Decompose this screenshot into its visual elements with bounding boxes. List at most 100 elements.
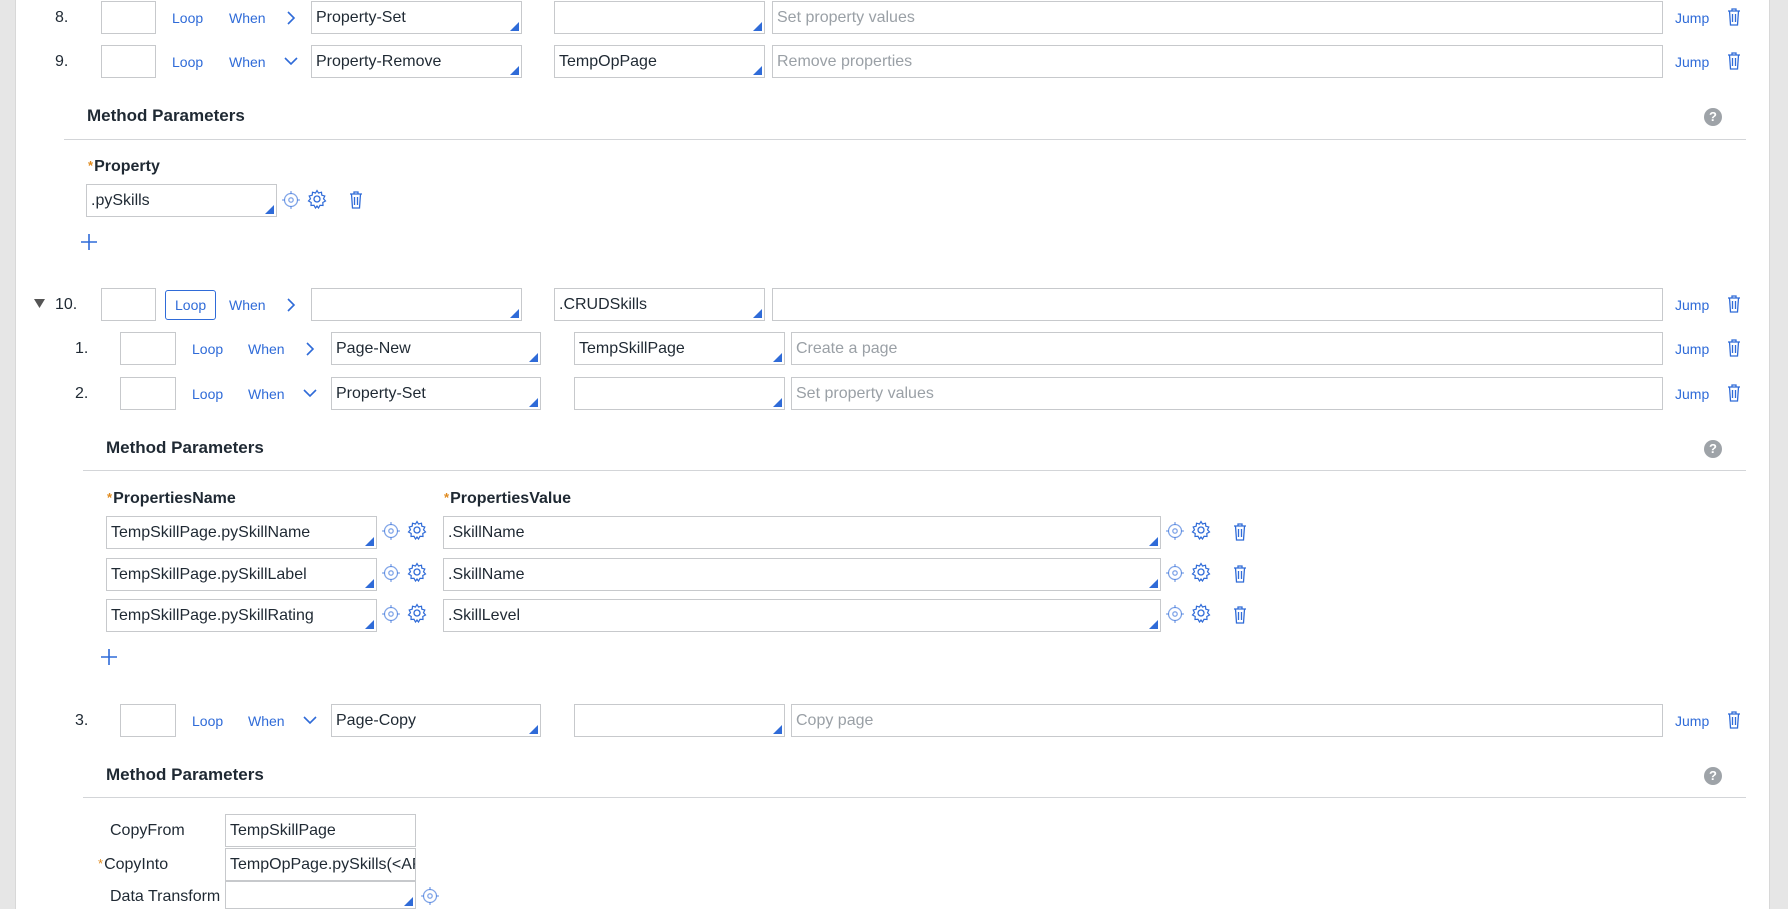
- jump-link[interactable]: Jump: [1675, 332, 1709, 366]
- method-input[interactable]: Page-Copy: [331, 704, 541, 737]
- step-page-input[interactable]: [574, 704, 785, 737]
- method-parameters-title: Method Parameters: [106, 438, 264, 457]
- jump-link[interactable]: Jump: [1675, 45, 1709, 79]
- jump-link[interactable]: Jump: [1675, 288, 1709, 322]
- step-label-input[interactable]: [101, 45, 156, 78]
- chevron-down-icon[interactable]: [302, 377, 318, 411]
- step-label-input[interactable]: [120, 704, 176, 737]
- step-row-10-3: 3. Loop When Page-Copy Copy page Jump: [0, 704, 1788, 738]
- crosshair-icon[interactable]: [420, 886, 440, 906]
- method-input[interactable]: Property-Set: [331, 377, 541, 410]
- property-input[interactable]: .pySkills: [86, 184, 277, 217]
- method-input[interactable]: Property-Remove: [311, 45, 522, 78]
- trash-icon[interactable]: [1726, 710, 1742, 730]
- step-page-input[interactable]: [574, 377, 785, 410]
- gear-icon[interactable]: [1191, 603, 1211, 623]
- help-icon[interactable]: ?: [1704, 440, 1722, 458]
- method-input[interactable]: Property-Set: [311, 1, 522, 34]
- step-label-input[interactable]: [101, 1, 156, 34]
- step-page-input[interactable]: TempOpPage: [554, 45, 765, 78]
- trash-icon[interactable]: [1232, 564, 1248, 584]
- divider: [64, 139, 1746, 140]
- trash-icon[interactable]: [1726, 383, 1742, 403]
- gear-icon[interactable]: [407, 603, 427, 623]
- divider: [83, 797, 1746, 798]
- plus-icon[interactable]: [80, 233, 98, 251]
- chevron-right-icon[interactable]: [283, 1, 299, 35]
- jump-link[interactable]: Jump: [1675, 1, 1709, 35]
- properties-name-input[interactable]: TempSkillPage.pySkillLabel: [106, 558, 377, 591]
- trash-icon[interactable]: [1232, 605, 1248, 625]
- description-input[interactable]: Remove properties: [772, 45, 1663, 78]
- gear-icon[interactable]: [407, 562, 427, 582]
- step-page-input[interactable]: [554, 1, 765, 34]
- description-input[interactable]: Copy page: [791, 704, 1663, 737]
- properties-value-input[interactable]: .SkillName: [443, 558, 1161, 591]
- data-transform-input[interactable]: [225, 881, 416, 909]
- loop-link[interactable]: Loop: [172, 45, 203, 79]
- trash-icon[interactable]: [1232, 522, 1248, 542]
- collapse-triangle-icon[interactable]: [34, 299, 45, 309]
- description-input[interactable]: Set property values: [791, 377, 1663, 410]
- loop-link[interactable]: Loop: [192, 332, 223, 366]
- copy-from-input[interactable]: TempSkillPage: [225, 814, 416, 847]
- step-label-input[interactable]: [120, 377, 176, 410]
- right-scroll-frame[interactable]: [1769, 0, 1788, 909]
- crosshair-icon[interactable]: [1165, 521, 1185, 541]
- gear-icon[interactable]: [407, 520, 427, 540]
- method-input[interactable]: Page-New: [331, 332, 541, 365]
- step-page-input[interactable]: .CRUDSkills: [554, 288, 765, 321]
- when-link[interactable]: When: [229, 45, 266, 79]
- when-link[interactable]: When: [248, 332, 285, 366]
- plus-icon[interactable]: [100, 648, 118, 666]
- step-number: 1.: [75, 340, 89, 357]
- properties-value-input[interactable]: .SkillLevel: [443, 599, 1161, 632]
- help-icon[interactable]: ?: [1704, 767, 1722, 785]
- gear-icon[interactable]: [307, 189, 327, 209]
- data-transform-label: Data Transform: [110, 888, 221, 905]
- trash-icon[interactable]: [1726, 7, 1742, 27]
- loop-link[interactable]: Loop: [192, 704, 223, 738]
- step-label-input[interactable]: [101, 288, 156, 321]
- properties-name-input[interactable]: TempSkillPage.pySkillRating: [106, 599, 377, 632]
- gear-icon[interactable]: [1191, 520, 1211, 540]
- chevron-right-icon[interactable]: [283, 288, 299, 322]
- trash-icon[interactable]: [1726, 294, 1742, 314]
- loop-link[interactable]: Loop: [172, 1, 203, 35]
- description-input[interactable]: Set property values: [772, 1, 1663, 34]
- method-input[interactable]: [311, 288, 522, 321]
- chevron-down-icon[interactable]: [302, 704, 318, 738]
- when-link[interactable]: When: [248, 704, 285, 738]
- properties-value-input[interactable]: .SkillName: [443, 516, 1161, 549]
- properties-name-header: *PropertiesName: [107, 490, 236, 507]
- when-link[interactable]: When: [229, 288, 266, 322]
- step-page-input[interactable]: TempSkillPage: [574, 332, 785, 365]
- loop-button-active[interactable]: Loop: [165, 290, 217, 320]
- jump-link[interactable]: Jump: [1675, 377, 1709, 411]
- trash-icon[interactable]: [1726, 51, 1742, 71]
- step-label-input[interactable]: [120, 332, 176, 365]
- description-input[interactable]: Create a page: [791, 332, 1663, 365]
- chevron-down-icon[interactable]: [283, 45, 299, 79]
- description-input[interactable]: [772, 288, 1663, 321]
- crosshair-icon[interactable]: [381, 604, 401, 624]
- help-icon[interactable]: ?: [1704, 108, 1722, 126]
- crosshair-icon[interactable]: [381, 563, 401, 583]
- crosshair-icon[interactable]: [1165, 604, 1185, 624]
- loop-link[interactable]: Loop: [192, 377, 223, 411]
- crosshair-icon[interactable]: [1165, 563, 1185, 583]
- copy-into-input[interactable]: TempOpPage.pySkills(<APPEND>): [225, 848, 416, 881]
- jump-link[interactable]: Jump: [1675, 704, 1709, 738]
- property-label: *Property: [88, 158, 160, 175]
- chevron-right-icon[interactable]: [302, 332, 318, 366]
- trash-icon[interactable]: [1726, 338, 1742, 358]
- properties-name-input[interactable]: TempSkillPage.pySkillName: [106, 516, 377, 549]
- copy-from-label: CopyFrom: [110, 822, 185, 839]
- crosshair-icon[interactable]: [381, 521, 401, 541]
- trash-icon[interactable]: [348, 190, 364, 210]
- step-row-10-2: 2. Loop When Property-Set Set property v…: [0, 377, 1788, 411]
- when-link[interactable]: When: [248, 377, 285, 411]
- when-link[interactable]: When: [229, 1, 266, 35]
- crosshair-icon[interactable]: [281, 190, 301, 210]
- gear-icon[interactable]: [1191, 562, 1211, 582]
